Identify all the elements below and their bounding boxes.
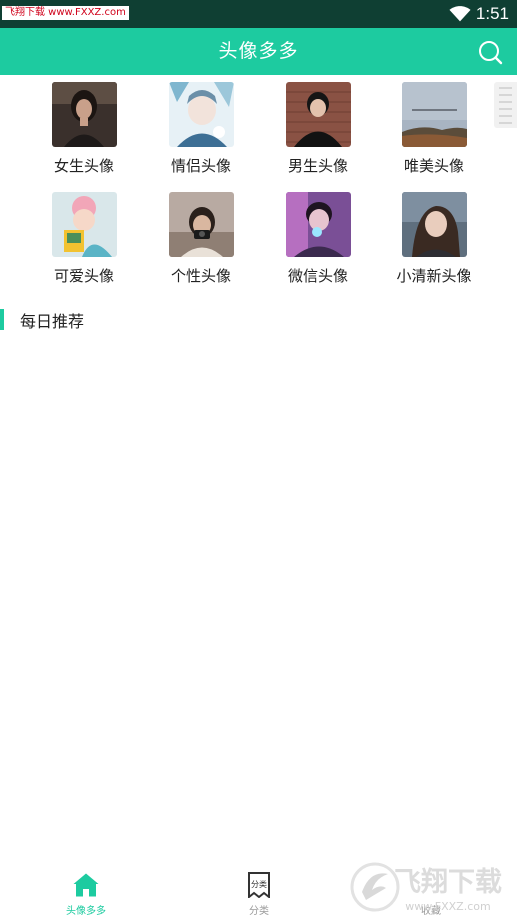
nav-label-home: 头像多多 (66, 906, 106, 917)
thumbnail-male (285, 82, 351, 147)
category-icon-text: 分类 (251, 879, 267, 889)
status-indicators: 1:51 (449, 3, 509, 25)
home-icon (73, 873, 99, 897)
page-title: 头像多多 (218, 40, 299, 62)
brand-logo: 飞翔下载 www.FXXZ.com (350, 862, 502, 913)
watermark-banner: 飞翔下载 www.FXXZ.com (2, 6, 129, 20)
category-label: 可爱头像 (53, 267, 114, 285)
category-item-wechat[interactable]: 微信头像 (268, 192, 368, 286)
category-item-female[interactable]: 女生头像 (34, 82, 134, 176)
nav-item-home[interactable]: 头像多多 (46, 872, 126, 917)
section-accent-bar (0, 309, 4, 330)
category-item-cute[interactable]: 可爱头像 (34, 192, 134, 286)
category-item-couple[interactable]: 情侣头像 (151, 82, 251, 176)
category-label: 微信头像 (287, 267, 348, 285)
app-header: 头像多多 (0, 28, 517, 75)
category-label: 男生头像 (287, 157, 348, 175)
status-bar: 飞翔下载 www.FXXZ.com 1:51 (0, 0, 517, 28)
category-label: 小清新头像 (396, 267, 472, 285)
category-icon: 分类 (248, 872, 270, 898)
thumbnail-cute (51, 192, 117, 257)
thumbnail-fresh (401, 192, 467, 257)
search-icon[interactable] (477, 39, 503, 65)
category-item-male[interactable]: 男生头像 (268, 82, 368, 176)
status-time: 1:51 (475, 4, 509, 23)
thumbnail-wechat (285, 192, 351, 257)
thumbnail-aesthetic (401, 82, 467, 147)
thumbnail-personality (168, 192, 234, 257)
category-label: 个性头像 (170, 267, 231, 285)
category-label: 情侣头像 (170, 157, 231, 175)
nav-label-category: 分类 (249, 906, 269, 917)
category-label: 女生头像 (53, 157, 114, 175)
section-title: 每日推荐 (20, 312, 85, 331)
wifi-icon (449, 6, 471, 22)
nav-item-category[interactable]: 分类 分类 (219, 872, 299, 917)
category-item-personality[interactable]: 个性头像 (151, 192, 251, 286)
brand-logo-url: www.FXXZ.com (405, 900, 490, 913)
category-label: 唯美头像 (403, 157, 464, 175)
scroll-handle[interactable] (494, 82, 517, 128)
thumbnail-couple (168, 82, 234, 147)
thumbnail-female (51, 82, 117, 147)
category-item-fresh[interactable]: 小清新头像 (384, 192, 484, 286)
category-item-aesthetic[interactable]: 唯美头像 (384, 82, 484, 176)
brand-logo-text: 飞翔下载 (394, 867, 502, 898)
